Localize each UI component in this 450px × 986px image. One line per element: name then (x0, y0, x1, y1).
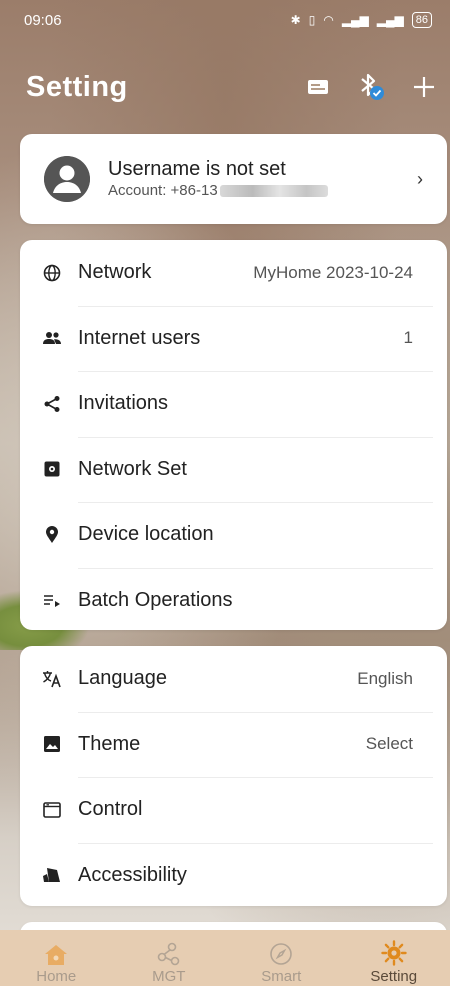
chevron-right-icon: › (417, 168, 423, 189)
setting-label: Language (78, 667, 167, 690)
username: Username is not set (108, 158, 286, 180)
setting-label: Network Set (78, 457, 187, 480)
setting-row-network-set[interactable]: Network Set (20, 436, 447, 503)
network-settings-group: Network MyHome 2023-10-24 Internet users… (20, 240, 447, 630)
setting-value: English (357, 668, 413, 688)
setting-value: Select (365, 734, 413, 754)
card-view-icon[interactable] (306, 77, 330, 97)
image-icon (42, 734, 62, 754)
setting-row-invitations[interactable]: Invitations (20, 371, 447, 437)
setting-row-batch-operations[interactable]: Batch Operations (20, 567, 447, 634)
vibrate-icon: ▯ (308, 13, 316, 27)
user-info: Username is not set Account: +86-13 (108, 157, 417, 201)
nav-home[interactable]: Home (0, 930, 112, 986)
bluetooth-connect-icon[interactable] (356, 71, 386, 103)
gear-icon (381, 940, 407, 966)
account-number: Account: +86-13 (108, 181, 417, 201)
nav-label: Home (36, 968, 77, 985)
setting-row-language[interactable]: Language English (20, 646, 447, 712)
setting-row-theme[interactable]: Theme Select (20, 711, 447, 778)
batch-list-icon (42, 590, 62, 610)
header-actions (306, 71, 436, 103)
page-header: Setting (26, 62, 436, 112)
setting-label: Batch Operations (78, 588, 233, 611)
avatar (44, 156, 90, 202)
setting-label: Network (78, 261, 152, 284)
nav-label: Setting (370, 968, 418, 985)
nav-smart[interactable]: Smart (225, 930, 337, 986)
network-set-icon (42, 459, 62, 479)
signal-icon: ▂▄▆ (341, 13, 369, 27)
nodes-icon (157, 942, 181, 966)
masked-phone-number (219, 185, 328, 197)
setting-value: 1 (403, 328, 413, 348)
account-prefix: Account: +86-13 (108, 182, 218, 199)
user-account-card[interactable]: Username is not set Account: +86-13 › (20, 134, 447, 224)
share-icon (42, 394, 62, 414)
setting-row-internet-users[interactable]: Internet users 1 (20, 305, 447, 372)
window-icon (42, 800, 62, 820)
nav-label: MGT (152, 968, 186, 985)
translate-icon (42, 669, 62, 689)
setting-row-device-location[interactable]: Device location (20, 502, 447, 568)
nav-label: Smart (261, 968, 302, 985)
setting-label: Accessibility (78, 863, 187, 886)
bottom-navigation: Home MGT Smart Setting (0, 930, 450, 986)
bluetooth-status-icon: ✱ (290, 13, 301, 27)
setting-row-control[interactable]: Control (20, 777, 447, 843)
setting-row-accessibility[interactable]: Accessibility (20, 842, 447, 909)
setting-label: Device location (78, 523, 214, 546)
setting-label: Control (78, 798, 143, 821)
home-icon (44, 944, 68, 966)
signal-icon-2: ▂▄▆ (376, 13, 404, 27)
setting-row-network[interactable]: Network MyHome 2023-10-24 (20, 240, 447, 306)
location-pin-icon (42, 525, 62, 545)
users-icon (42, 328, 62, 348)
page-title: Setting (26, 70, 128, 103)
setting-value: MyHome 2023-10-24 (253, 262, 413, 282)
compass-icon (269, 942, 293, 966)
accessibility-icon (42, 865, 62, 885)
setting-label: Internet users (78, 326, 201, 349)
setting-label: Invitations (78, 392, 169, 415)
add-icon[interactable] (412, 75, 436, 99)
status-icons: ✱ ▯ ◠ ▂▄▆ ▂▄▆ 86 (291, 12, 432, 28)
setting-label: Theme (78, 732, 141, 755)
globe-icon (42, 263, 62, 283)
preferences-group: Language English Theme Select Control Ac… (20, 646, 447, 906)
wifi-icon: ◠ (323, 13, 334, 27)
status-time: 09:06 (24, 11, 62, 29)
battery-indicator: 86 (411, 12, 432, 28)
nav-setting[interactable]: Setting (338, 930, 450, 986)
status-bar: 09:06 ✱ ▯ ◠ ▂▄▆ ▂▄▆ 86 (0, 0, 450, 40)
nav-mgt[interactable]: MGT (113, 930, 225, 986)
